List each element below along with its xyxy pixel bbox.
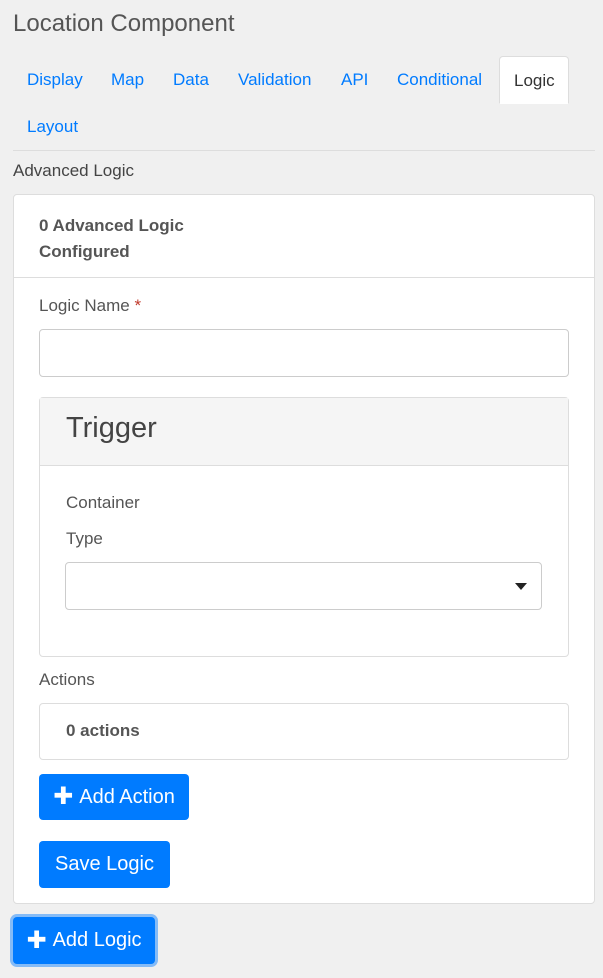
- add-logic-button[interactable]: ✚ Add Logic: [13, 917, 155, 964]
- logic-configured-text: Configured: [39, 242, 130, 261]
- actions-list: 0 actions: [39, 703, 569, 760]
- type-select[interactable]: [65, 562, 542, 610]
- plus-icon: ✚: [53, 783, 74, 810]
- save-logic-button[interactable]: Save Logic: [39, 841, 170, 888]
- actions-label: Actions: [39, 670, 95, 689]
- logic-count-text: 0 Advanced Logic: [39, 216, 184, 235]
- tab-data[interactable]: Data: [173, 70, 209, 90]
- trigger-title: Trigger: [40, 398, 568, 466]
- type-label: Type: [66, 529, 103, 548]
- page-title: Location Component: [13, 10, 235, 37]
- logic-name-label: Logic Name *: [39, 296, 141, 316]
- container-label: Container: [66, 493, 140, 512]
- tab-conditional[interactable]: Conditional: [397, 70, 482, 90]
- advanced-logic-card: 0 Advanced Logic Configured Logic Name *…: [13, 194, 595, 904]
- trigger-panel: Trigger Container Type: [39, 397, 569, 657]
- required-marker: *: [134, 296, 142, 315]
- add-logic-label: Add Logic: [52, 929, 142, 951]
- logic-name-input[interactable]: [39, 329, 569, 377]
- add-action-button[interactable]: ✚ Add Action: [39, 774, 189, 820]
- tab-validation[interactable]: Validation: [238, 70, 311, 90]
- plus-icon: ✚: [26, 926, 47, 954]
- tab-bar: Display Map Data Validation API Conditio…: [13, 56, 595, 151]
- tab-api[interactable]: API: [341, 70, 368, 90]
- card-header: 0 Advanced Logic Configured: [14, 195, 594, 278]
- actions-count: 0 actions: [66, 721, 140, 740]
- logic-name-label-text: Logic Name: [39, 296, 130, 315]
- tab-layout[interactable]: Layout: [27, 117, 78, 137]
- tab-logic[interactable]: Logic: [499, 56, 569, 104]
- tab-display[interactable]: Display: [27, 70, 83, 90]
- caret-down-icon: [515, 583, 527, 590]
- advanced-logic-label: Advanced Logic: [13, 161, 134, 180]
- tab-map[interactable]: Map: [111, 70, 144, 90]
- add-action-label: Add Action: [79, 785, 175, 808]
